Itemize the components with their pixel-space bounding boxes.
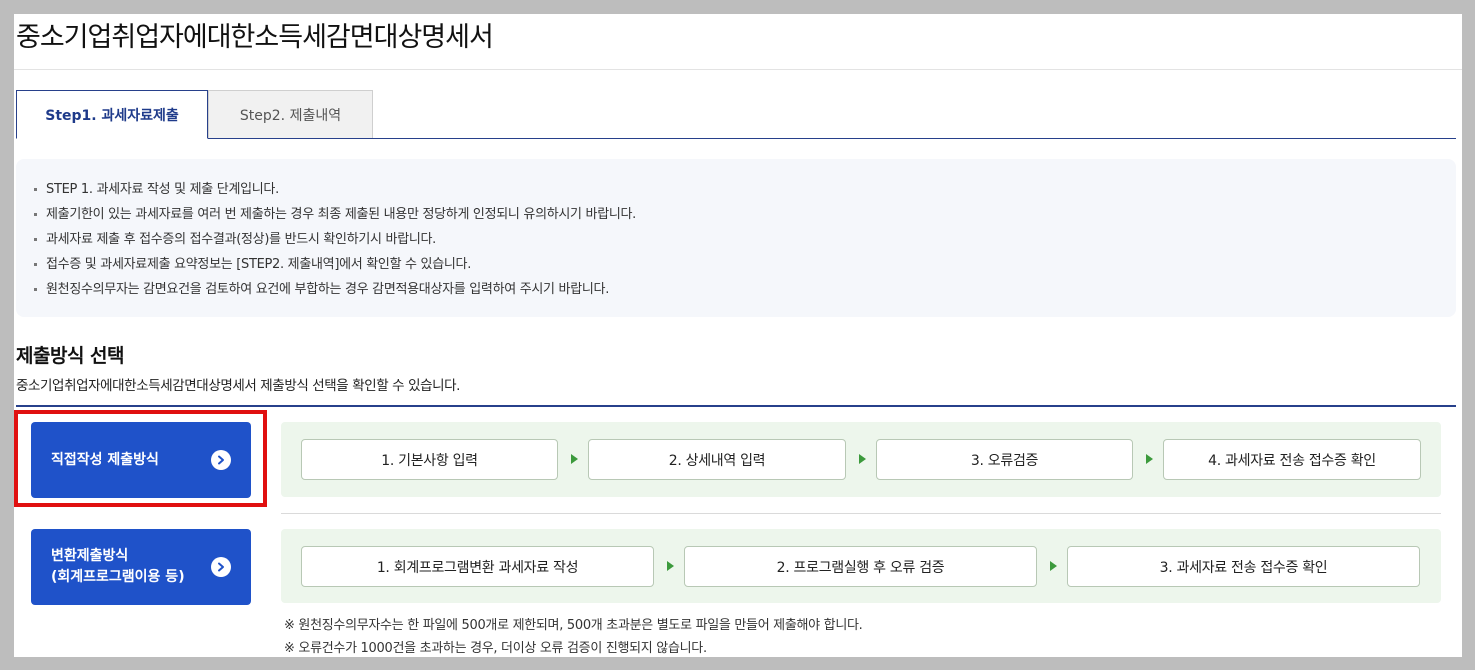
main-window: 중소기업취업자에대한소득세감면대상명세서 Step1. 과세자료제출 Step2… — [14, 14, 1462, 657]
arrow-right-icon — [859, 454, 866, 464]
convert-step-2: 2. 프로그램실행 후 오류 검증 — [684, 546, 1037, 587]
notice-box: STEP 1. 과세자료 작성 및 제출 단계입니다. 제출기한이 있는 과세자… — [16, 159, 1456, 317]
notice-item: 제출기한이 있는 과세자료를 여러 번 제출하는 경우 최종 제출된 내용만 정… — [34, 202, 1456, 227]
convert-step-1: 1. 회계프로그램변환 과세자료 작성 — [301, 546, 654, 587]
convert-step-3: 3. 과세자료 전송 접수증 확인 — [1067, 546, 1420, 587]
convert-method-label-line1: 변환제출방식 — [51, 548, 129, 564]
direct-steps: 1. 기본사항 입력 2. 상세내역 입력 3. 오류검증 4. 과세자료 전송… — [281, 422, 1441, 497]
title-divider — [14, 69, 1462, 70]
arrow-right-icon — [571, 454, 578, 464]
footnote: ※ 원천징수의무자수는 한 파일에 500개로 제한되며, 500개 초과분은 … — [284, 618, 863, 633]
page-title: 중소기업취업자에대한소득세감면대상명세서 — [16, 22, 494, 53]
section-description: 중소기업취업자에대한소득세감면대상명세서 제출방식 선택을 확인할 수 있습니다… — [16, 378, 461, 394]
notice-item: STEP 1. 과세자료 작성 및 제출 단계입니다. — [34, 177, 1456, 202]
tab-baseline — [16, 138, 1456, 139]
direct-step-1: 1. 기본사항 입력 — [301, 439, 558, 480]
chevron-right-icon — [211, 557, 231, 577]
tab-step1[interactable]: Step1. 과세자료제출 — [16, 90, 208, 139]
convert-method-button[interactable]: 변환제출방식 (회계프로그램이용 등) — [31, 529, 251, 605]
direct-step-3: 3. 오류검증 — [876, 439, 1133, 480]
step-tabs: Step1. 과세자료제출 Step2. 제출내역 — [16, 90, 1456, 139]
convert-steps: 1. 회계프로그램변환 과세자료 작성 2. 프로그램실행 후 오류 검증 3.… — [281, 529, 1441, 603]
section-divider — [16, 405, 1456, 407]
convert-method-label-line2: (회계프로그램이용 등) — [51, 569, 185, 585]
row-divider — [281, 513, 1441, 514]
notice-item: 원천징수의무자는 감면요건을 검토하여 요건에 부합하는 경우 감면적용대상자를… — [34, 277, 1456, 302]
section-title: 제출방식 선택 — [16, 345, 125, 367]
notice-item: 과세자료 제출 후 접수증의 접수결과(정상)를 반드시 확인하기시 바랍니다. — [34, 227, 1456, 252]
direct-step-4: 4. 과세자료 전송 접수증 확인 — [1163, 439, 1421, 480]
arrow-right-icon — [667, 561, 674, 571]
tab-step2[interactable]: Step2. 제출내역 — [208, 90, 373, 138]
footnote: ※ 오류건수가 1000건을 초과하는 경우, 더이상 오류 검증이 진행되지 … — [284, 641, 707, 656]
arrow-right-icon — [1146, 454, 1153, 464]
notice-item: 접수증 및 과세자료제출 요약정보는 [STEP2. 제출내역]에서 확인할 수… — [34, 252, 1456, 277]
selection-highlight — [14, 410, 267, 507]
direct-step-2: 2. 상세내역 입력 — [588, 439, 846, 480]
convert-method-label: 변환제출방식 (회계프로그램이용 등) — [51, 546, 185, 588]
arrow-right-icon — [1050, 561, 1057, 571]
